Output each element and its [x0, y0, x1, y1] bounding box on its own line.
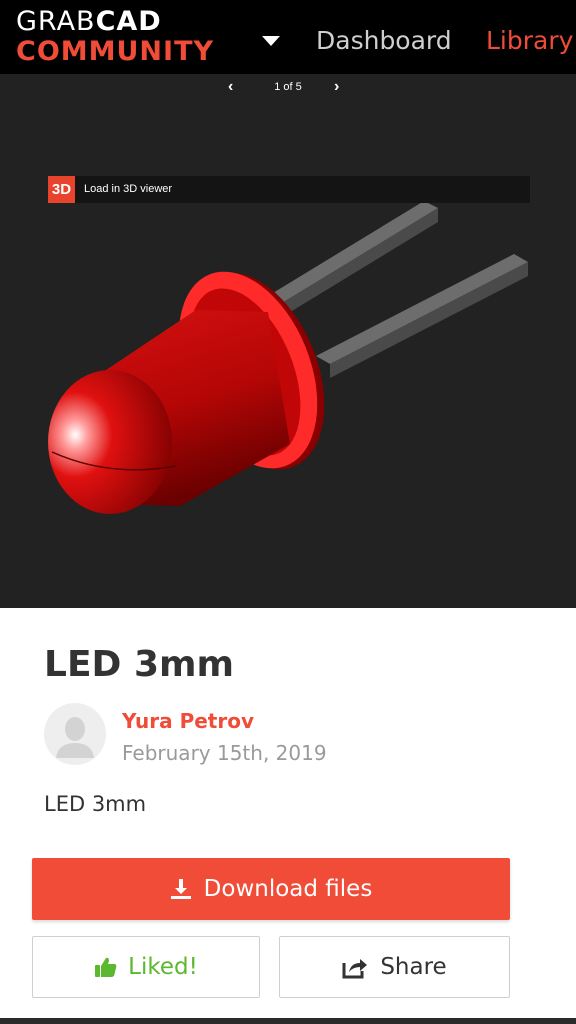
nav-library[interactable]: Library — [486, 26, 573, 55]
nav-dashboard[interactable]: Dashboard — [316, 26, 452, 55]
model-title: LED 3mm — [44, 644, 235, 685]
3d-badge-icon: 3D — [48, 176, 75, 203]
share-icon — [342, 959, 368, 979]
load-3d-viewer-button[interactable]: 3D Load in 3D viewer — [48, 176, 530, 203]
author-name[interactable]: Yura Petrov — [122, 709, 254, 733]
chevron-left-icon[interactable]: ‹ — [228, 78, 233, 96]
chevron-down-icon[interactable] — [262, 36, 280, 46]
download-icon — [170, 879, 191, 899]
share-label: Share — [380, 954, 447, 980]
download-files-label: Download files — [203, 876, 373, 902]
upload-date: February 15th, 2019 — [122, 741, 327, 765]
bottom-divider — [0, 1018, 576, 1024]
logo-text-cad: CAD — [95, 6, 162, 37]
logo-text-community: COMMUNITY — [16, 36, 215, 67]
image-pager: ‹ 1 of 5 › — [0, 78, 576, 98]
grabcad-logo[interactable]: GRABCAD COMMUNITY — [16, 8, 214, 65]
top-header: GRABCAD COMMUNITY Dashboard Library — [0, 0, 576, 74]
chevron-right-icon[interactable]: › — [334, 78, 339, 96]
share-button[interactable]: Share — [279, 936, 510, 998]
download-files-button[interactable]: Download files — [32, 858, 510, 920]
like-label: Liked! — [128, 954, 198, 980]
led-model-render — [48, 201, 528, 514]
user-silhouette-icon — [44, 703, 106, 765]
pager-count: 1 of 5 — [274, 81, 302, 93]
logo-text-grab: GRAB — [16, 6, 96, 37]
load-3d-viewer-label: Load in 3D viewer — [84, 183, 173, 195]
author-avatar[interactable] — [44, 703, 106, 765]
model-preview: ‹ 1 of 5 › 3D Load in 3D viewer — [0, 74, 576, 608]
like-button[interactable]: Liked! — [32, 936, 260, 998]
thumbs-up-icon — [95, 957, 117, 977]
model-description: LED 3mm — [44, 792, 147, 816]
